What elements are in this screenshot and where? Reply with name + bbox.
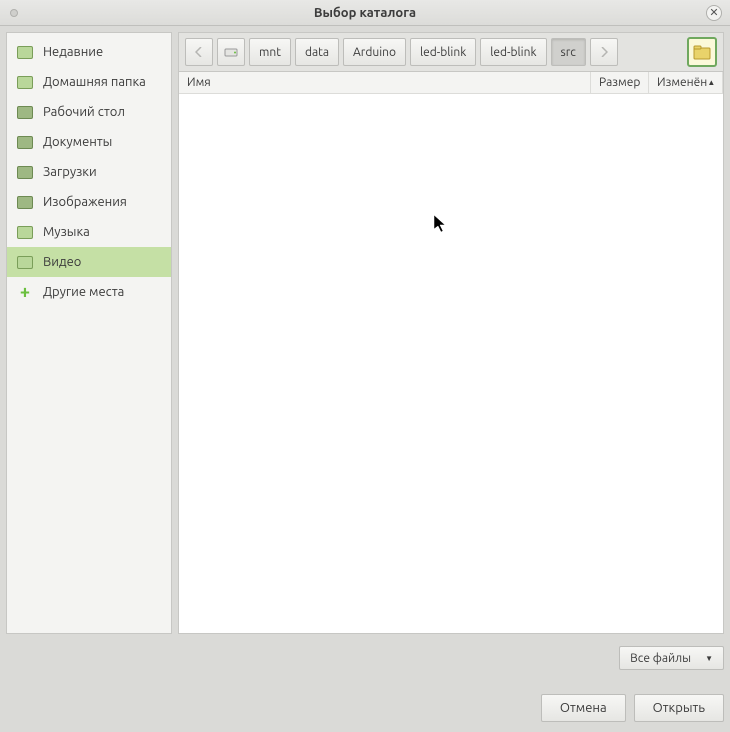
main-panel: mnt data Arduino led-blink led-blink src… [178,32,724,634]
file-list-body[interactable] [179,94,723,633]
folder-icon [17,256,33,269]
nav-back-button[interactable] [185,38,213,66]
column-label: Размер [599,76,640,89]
mouse-cursor-icon [433,214,449,238]
column-label: Изменён [657,76,707,89]
folder-icon [17,226,33,239]
sidebar-item-home[interactable]: Домашняя папка [7,67,171,97]
new-folder-button[interactable] [687,37,717,67]
sidebar-item-other-places[interactable]: + Другие места [7,277,171,307]
new-folder-icon [693,45,711,60]
sidebar-item-pictures[interactable]: Изображения [7,187,171,217]
sidebar-item-label: Недавние [43,45,103,59]
breadcrumb-segment-current[interactable]: src [551,38,586,66]
breadcrumb-segment[interactable]: led-blink [410,38,476,66]
column-header-size[interactable]: Размер [591,72,649,93]
drive-icon [224,46,238,58]
sidebar-item-label: Документы [43,135,112,149]
sidebar-item-label: Домашняя папка [43,75,146,89]
sidebar-item-recent[interactable]: Недавние [7,37,171,67]
dropdown-triangle-icon: ▼ [705,654,713,663]
nav-forward-button[interactable] [590,38,618,66]
file-list: Имя Размер Изменён ▲ [178,72,724,634]
documents-icon [17,136,33,149]
downloads-icon [17,166,33,179]
sidebar-item-label: Изображения [43,195,127,209]
chevron-left-icon [195,47,203,57]
path-bar: mnt data Arduino led-blink led-blink src [178,32,724,72]
column-headers: Имя Размер Изменён ▲ [179,72,723,94]
chevron-right-icon [600,47,608,57]
plus-icon: + [17,284,33,300]
file-type-filter[interactable]: Все файлы ▼ [619,646,724,670]
sidebar-item-videos[interactable]: Видео [7,247,171,277]
sidebar-item-downloads[interactable]: Загрузки [7,157,171,187]
open-button[interactable]: Открыть [634,694,724,722]
sidebar-item-label: Загрузки [43,165,97,179]
column-header-modified[interactable]: Изменён ▲ [649,72,723,93]
breadcrumb-segment[interactable]: Arduino [343,38,406,66]
sidebar-item-label: Рабочий стол [43,105,125,119]
filter-label: Все файлы [630,652,691,665]
breadcrumb-segment[interactable]: mnt [249,38,291,66]
cancel-button[interactable]: Отмена [541,694,626,722]
sidebar-item-label: Другие места [43,285,124,299]
sidebar-item-music[interactable]: Музыка [7,217,171,247]
footer-filter-row: Все файлы ▼ [0,640,730,694]
column-header-name[interactable]: Имя [179,72,591,93]
desktop-icon [17,106,33,119]
dialog-body: Недавние Домашняя папка Рабочий стол Док… [0,26,730,640]
sidebar-item-desktop[interactable]: Рабочий стол [7,97,171,127]
sort-asc-icon: ▲ [707,78,715,87]
sidebar-item-documents[interactable]: Документы [7,127,171,157]
breadcrumb-segment[interactable]: led-blink [480,38,546,66]
titlebar: Выбор каталога ✕ [0,0,730,26]
breadcrumb-segment[interactable]: data [295,38,339,66]
column-label: Имя [187,76,211,89]
folder-icon [17,46,33,59]
sidebar-item-label: Музыка [43,225,90,239]
places-sidebar: Недавние Домашняя папка Рабочий стол Док… [6,32,172,634]
sidebar-item-label: Видео [43,255,81,269]
folder-icon [17,76,33,89]
window-title: Выбор каталога [0,6,730,20]
drive-root-button[interactable] [217,38,245,66]
pictures-icon [17,196,33,209]
